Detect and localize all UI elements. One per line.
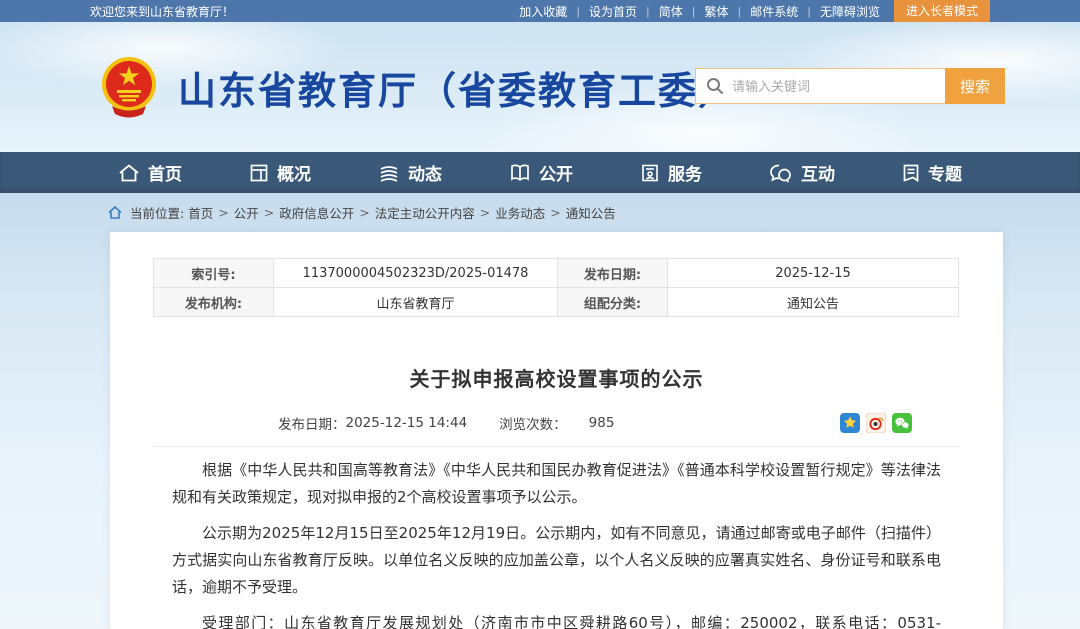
breadcrumb-prefix: 当前位置: — [130, 203, 184, 222]
paragraph-publicity-period: 公示期为2025年12月15日至2025年12月19日。公示期内，如有不同意见，… — [172, 520, 941, 601]
breadcrumb-item-home[interactable]: 首页 — [188, 203, 213, 222]
table-row: 索引号: 1137000004502323D/2025-01478 发布日期: … — [154, 259, 959, 288]
topics-icon — [902, 163, 920, 183]
document-info-table: 索引号: 1137000004502323D/2025-01478 发布日期: … — [153, 258, 959, 317]
publisher-label: 发布机构: — [154, 288, 274, 317]
breadcrumb: 当前位置: 首页 > 公开 > 政府信息公开 > 法定主动公开内容 > 业务动态… — [0, 203, 1080, 223]
separator: > — [550, 205, 560, 220]
top-link-favorites[interactable]: 加入收藏 — [519, 3, 567, 20]
breadcrumb-item-notices[interactable]: 通知公告 — [566, 203, 616, 222]
divider — [153, 446, 960, 447]
top-link-mail-system[interactable]: 邮件系统 — [750, 3, 798, 20]
separator: | — [646, 5, 650, 18]
publish-date-value: 2025-12-15 — [668, 259, 959, 288]
welcome-text: 欢迎您来到山东省教育厅！ — [90, 3, 234, 20]
site-search: 搜索 — [695, 68, 1005, 104]
publisher-value: 山东省教育厅 — [274, 288, 558, 317]
service-icon — [640, 163, 660, 183]
nav-item-interact[interactable]: 互动 — [769, 160, 835, 185]
search-button[interactable]: 搜索 — [945, 68, 1005, 104]
wechat-share-icon[interactable] — [892, 413, 912, 433]
qzone-share-icon[interactable] — [840, 413, 860, 433]
page: 欢迎您来到山东省教育厅！ 加入收藏 | 设为首页 | 简体 | 繁体 | 邮件系… — [0, 0, 1080, 629]
views-label: 浏览次数： — [499, 413, 567, 433]
breadcrumb-item-open[interactable]: 公开 — [234, 203, 259, 222]
index-number-label: 索引号: — [154, 259, 274, 288]
breadcrumb-item-gov-info[interactable]: 政府信息公开 — [279, 203, 354, 222]
separator: > — [480, 205, 490, 220]
overview-icon — [249, 163, 269, 183]
breadcrumb-home-icon — [108, 206, 122, 219]
paragraph-legal-basis: 根据《中华人民共和国高等教育法》《中华人民共和国民办教育促进法》《普通本科学校设… — [172, 457, 941, 511]
separator: > — [359, 205, 369, 220]
separator: > — [264, 205, 274, 220]
open-book-icon — [509, 163, 531, 183]
separator: | — [738, 5, 742, 18]
article-meta: 发布日期： 2025-12-15 14:44 浏览次数： 985 — [153, 412, 960, 434]
views-count: 985 — [589, 415, 615, 431]
main-navbar: 首页 概况 动态 公开 服务 互动 — [0, 152, 1080, 193]
separator: | — [807, 5, 811, 18]
nav-item-open[interactable]: 公开 — [509, 160, 573, 185]
nav-item-overview[interactable]: 概况 — [249, 160, 311, 185]
search-icon — [706, 77, 724, 99]
chat-icon — [769, 163, 793, 183]
paragraph-contact: 受理部门：山东省教育厅发展规划处（济南市市中区舜耕路60号），邮编：250002… — [172, 610, 941, 629]
top-link-accessibility[interactable]: 无障碍浏览 — [820, 3, 880, 20]
content-panel: 索引号: 1137000004502323D/2025-01478 发布日期: … — [110, 232, 1003, 629]
site-title: 山东省教育厅（省委教育工委） — [178, 60, 738, 115]
separator: | — [576, 5, 580, 18]
table-row: 发布机构: 山东省教育厅 组配分类: 通知公告 — [154, 288, 959, 317]
header-banner: 山东省教育厅（省委教育工委） 搜索 — [0, 22, 1080, 152]
separator: > — [218, 205, 228, 220]
publish-date-meta-label: 发布日期： — [278, 413, 346, 433]
nav-item-topics[interactable]: 专题 — [902, 160, 962, 185]
article-title: 关于拟申报高校设置事项的公示 — [110, 363, 1003, 392]
top-utility-bar: 欢迎您来到山东省教育厅！ 加入收藏 | 设为首页 | 简体 | 繁体 | 邮件系… — [0, 0, 1080, 22]
nav-item-news[interactable]: 动态 — [378, 160, 442, 185]
national-emblem-logo — [100, 54, 158, 120]
top-links: 加入收藏 | 设为首页 | 简体 | 繁体 | 邮件系统 | 无障碍浏览 进入长… — [519, 0, 990, 22]
breadcrumb-item-statutory[interactable]: 法定主动公开内容 — [375, 203, 475, 222]
article-body: 根据《中华人民共和国高等教育法》《中华人民共和国民办教育促进法》《普通本科学校设… — [172, 457, 941, 629]
search-input[interactable] — [732, 69, 940, 103]
top-link-set-homepage[interactable]: 设为首页 — [589, 3, 637, 20]
category-value: 通知公告 — [668, 288, 959, 317]
weibo-share-icon[interactable] — [866, 413, 886, 433]
share-buttons — [840, 413, 912, 433]
home-icon — [118, 163, 140, 183]
breadcrumb-item-business[interactable]: 业务动态 — [495, 203, 545, 222]
publish-date-label: 发布日期: — [558, 259, 668, 288]
index-number-value: 1137000004502323D/2025-01478 — [274, 259, 558, 288]
elder-mode-button[interactable]: 进入长者模式 — [894, 0, 990, 22]
separator: | — [692, 5, 696, 18]
top-link-traditional[interactable]: 繁体 — [705, 3, 729, 20]
nav-item-home[interactable]: 首页 — [118, 160, 182, 185]
news-icon — [378, 163, 400, 183]
publish-date-meta-value: 2025-12-15 14:44 — [346, 415, 468, 431]
top-link-simplified[interactable]: 简体 — [659, 3, 683, 20]
category-label: 组配分类: — [558, 288, 668, 317]
nav-item-service[interactable]: 服务 — [640, 160, 702, 185]
